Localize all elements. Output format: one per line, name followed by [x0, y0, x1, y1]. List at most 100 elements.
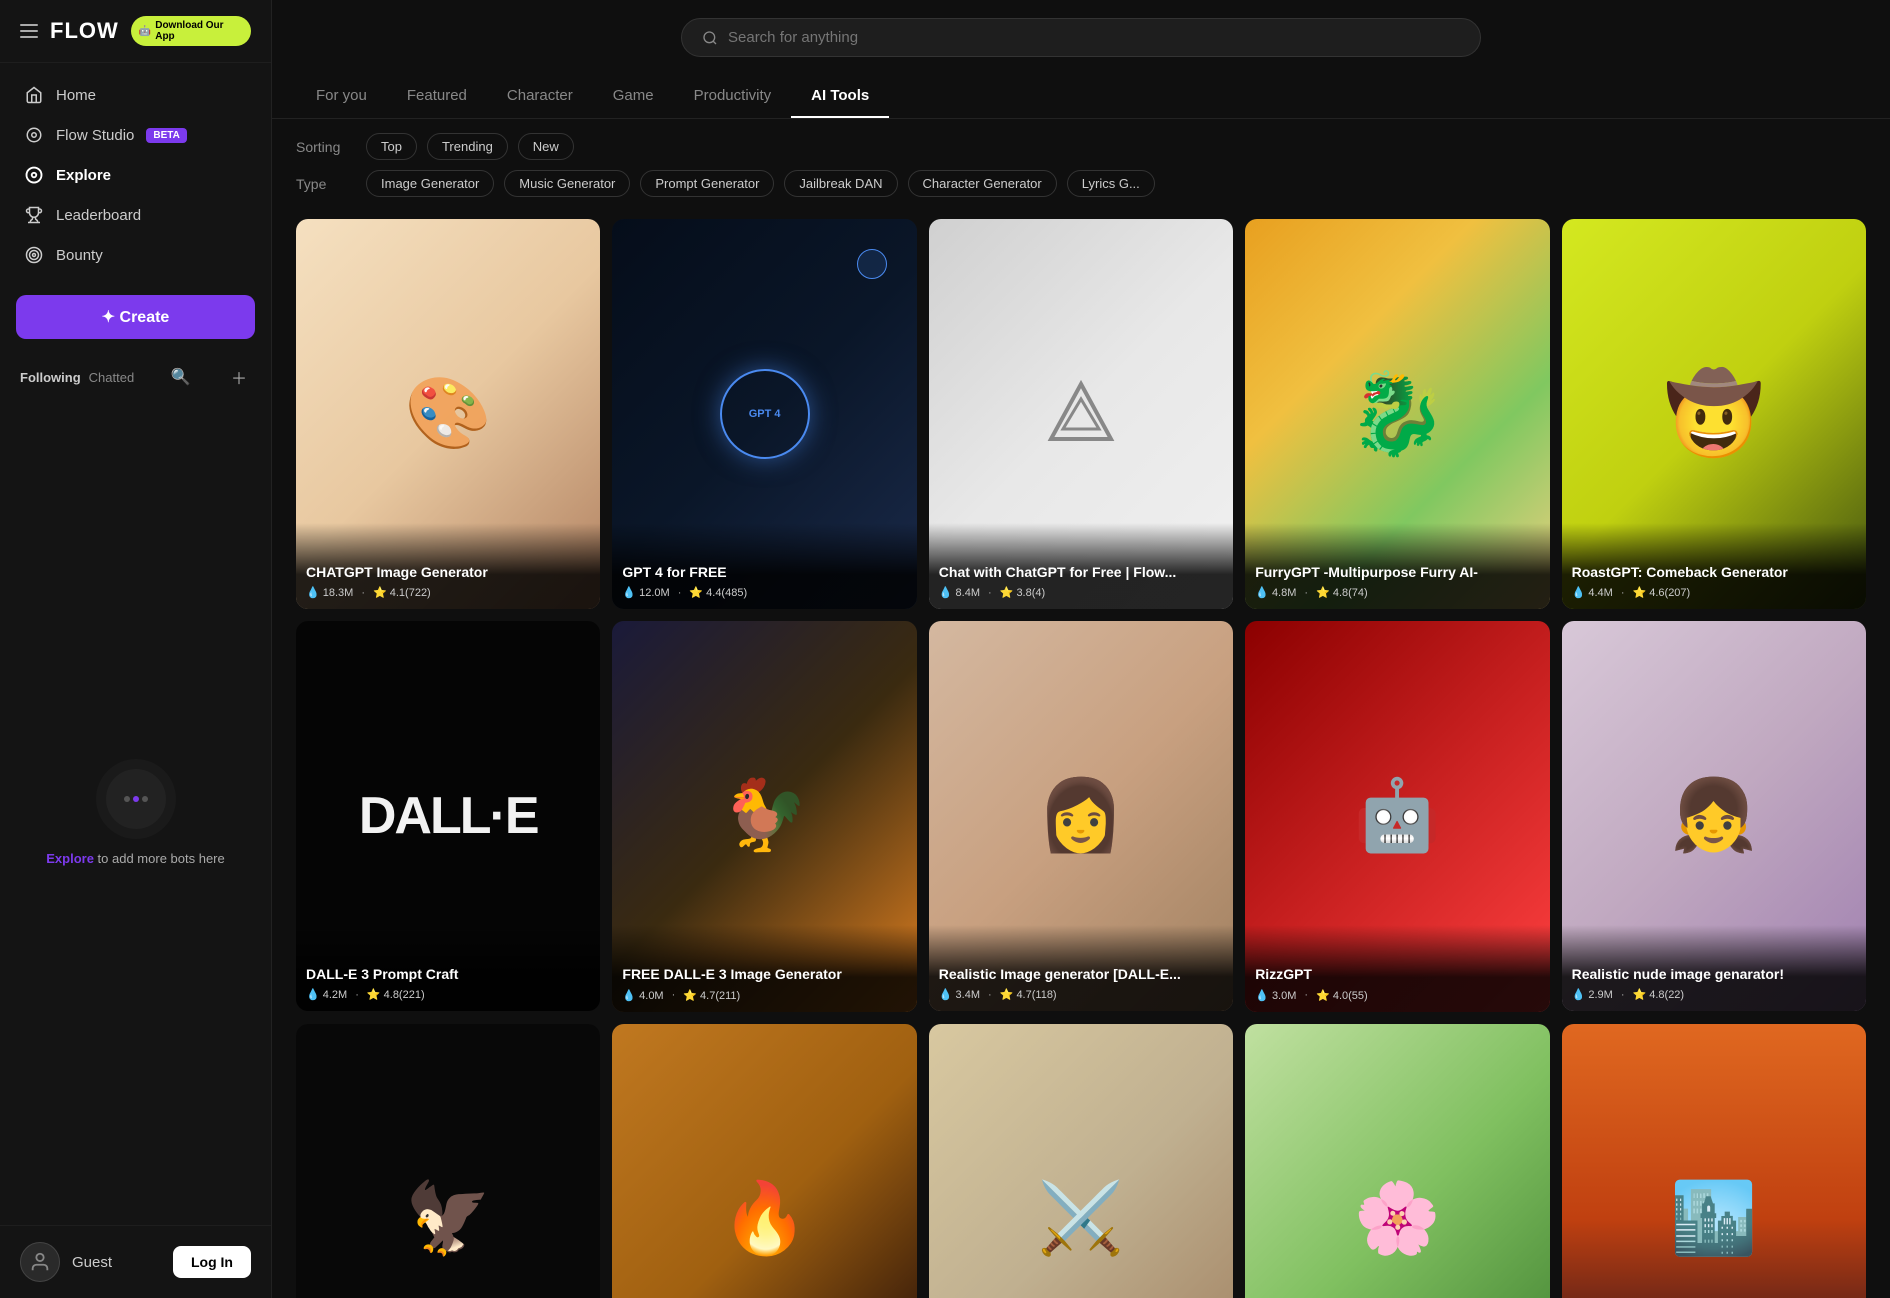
bot-card-overlay-9: RizzGPT 💧 3.0M · ⭐ 4.0(55): [1245, 925, 1549, 1011]
bot-card-title-10: Realistic nude image genarator!: [1572, 965, 1856, 983]
bot-dots: [124, 796, 148, 802]
bot-card-8[interactable]: 👩 Realistic Image generator [DALL-E... 💧…: [929, 621, 1233, 1011]
card-visual-14: 🌸: [1245, 1024, 1549, 1298]
sidebar-flow-studio-label: Flow Studio: [56, 127, 134, 144]
tab-character[interactable]: Character: [487, 75, 593, 118]
bot-card-stats-5: 💧 4.4M · ⭐ 4.6(207): [1572, 586, 1856, 599]
bot-card-12[interactable]: 🔥 Dragon Image Creator 💧 2.5M · ⭐ 4.6(65…: [612, 1024, 916, 1298]
filter-lyrics[interactable]: Lyrics G...: [1067, 170, 1155, 197]
bot-rating-10: ⭐ 4.8(22): [1632, 988, 1684, 1001]
sidebar-item-leaderboard[interactable]: Leaderboard: [12, 195, 259, 235]
tab-productivity[interactable]: Productivity: [674, 75, 792, 118]
card-visual-13: ⚔️: [929, 1024, 1233, 1298]
bot-card-2[interactable]: GPT 4 GPT 4 for FREE 💧 12.0M · ⭐ 4.4(485…: [612, 219, 916, 609]
bot-rating-1: ⭐ 4.1(722): [373, 586, 431, 599]
bots-grid-container: 🎨 CHATGPT Image Generator 💧 18.3M · ⭐ 4.…: [272, 211, 1890, 1298]
sorting-label: Sorting: [296, 139, 356, 155]
hamburger-icon[interactable]: [20, 24, 38, 38]
bot-card-overlay-8: Realistic Image generator [DALL-E... 💧 3…: [929, 925, 1233, 1011]
logo: FLOW: [50, 18, 119, 44]
sidebar-footer: Guest Log In: [0, 1225, 271, 1298]
sort-top[interactable]: Top: [366, 133, 417, 160]
bot-card-stats-6: 💧 4.2M · ⭐ 4.8(221): [306, 988, 590, 1001]
filter-prompt-gen[interactable]: Prompt Generator: [640, 170, 774, 197]
bot-rating-4: ⭐ 4.8(74): [1316, 586, 1368, 599]
main-content: For you Featured Character Game Producti…: [272, 0, 1890, 1298]
sidebar-item-flow-studio[interactable]: Flow Studio BETA: [12, 115, 259, 155]
bot-card-4[interactable]: 🐉 FurryGPT -Multipurpose Furry AI- 💧 4.8…: [1245, 219, 1549, 609]
bot-card-13[interactable]: ⚔️ Ethereal Realms 💧 2.4M · ⭐ 4.7(43): [929, 1024, 1233, 1298]
bot-card-7[interactable]: 🐓 FREE DALL-E 3 Image Generator 💧 4.0M ·…: [612, 621, 916, 1011]
type-row: Type Image Generator Music Generator Pro…: [296, 170, 1866, 197]
bot-card-overlay-10: Realistic nude image genarator! 💧 2.9M ·…: [1562, 925, 1866, 1011]
bot-card-15[interactable]: 🏙️ City at Sunset 💧 2.0M · ⭐ 4.6(29): [1562, 1024, 1866, 1298]
bot-card-3[interactable]: Chat with ChatGPT for Free | Flow... 💧 8…: [929, 219, 1233, 609]
bot-card-5[interactable]: 🤠 RoastGPT: Comeback Generator 💧 4.4M · …: [1562, 219, 1866, 609]
bot-users-1: 💧 18.3M: [306, 586, 353, 599]
bot-card-10[interactable]: 👧 Realistic nude image genarator! 💧 2.9M…: [1562, 621, 1866, 1011]
bot-card-stats-7: 💧 4.0M · ⭐ 4.7(211): [622, 989, 906, 1002]
sidebar-bounty-label: Bounty: [56, 247, 103, 264]
filter-image-gen[interactable]: Image Generator: [366, 170, 494, 197]
main-header: [272, 0, 1890, 75]
bot-rating-5: ⭐ 4.6(207): [1632, 586, 1690, 599]
create-button[interactable]: ✦ Create: [16, 295, 255, 339]
bot-rating-6: ⭐ 4.8(221): [367, 988, 425, 1001]
bots-grid: 🎨 CHATGPT Image Generator 💧 18.3M · ⭐ 4.…: [296, 219, 1866, 1298]
filter-char-gen[interactable]: Character Generator: [908, 170, 1057, 197]
bot-card-stats-9: 💧 3.0M · ⭐ 4.0(55): [1255, 989, 1539, 1002]
empty-bot-bubble: [96, 759, 176, 839]
explore-link[interactable]: Explore: [46, 851, 94, 866]
bot-card-6[interactable]: DALL·E DALL-E 3 Prompt Craft 💧 4.2M · ⭐ …: [296, 621, 600, 1011]
bot-card-1[interactable]: 🎨 CHATGPT Image Generator 💧 18.3M · ⭐ 4.…: [296, 219, 600, 609]
bot-bubble-inner: [106, 769, 166, 829]
bot-card-stats-2: 💧 12.0M · ⭐ 4.4(485): [622, 586, 906, 599]
sidebar-item-bounty[interactable]: Bounty: [12, 235, 259, 275]
tab-featured[interactable]: Featured: [387, 75, 487, 118]
bot-card-overlay-7: FREE DALL-E 3 Image Generator 💧 4.0M · ⭐…: [612, 925, 916, 1011]
bot-card-9[interactable]: 🤖 RizzGPT 💧 3.0M · ⭐ 4.0(55): [1245, 621, 1549, 1011]
tab-ai-tools[interactable]: AI Tools: [791, 75, 889, 118]
bot-card-title-1: CHATGPT Image Generator: [306, 563, 590, 581]
bot-card-overlay-4: FurryGPT -Multipurpose Furry AI- 💧 4.8M …: [1245, 523, 1549, 609]
empty-bots-area: Explore to add more bots here: [0, 399, 271, 1225]
sidebar-item-explore[interactable]: Explore: [12, 155, 259, 195]
sidebar-item-home[interactable]: Home: [12, 75, 259, 115]
bot-card-14[interactable]: 🌸 AI Garden 💧 2.2M · ⭐ 4.5(31): [1245, 1024, 1549, 1298]
bot-card-overlay-5: RoastGPT: Comeback Generator 💧 4.4M · ⭐ …: [1562, 523, 1866, 609]
card-visual-12: 🔥: [612, 1024, 916, 1298]
bot-card-stats-3: 💧 8.4M · ⭐ 3.8(4): [939, 586, 1223, 599]
filters: Sorting Top Trending New Type Image Gene…: [272, 119, 1890, 211]
bot-card-stats-10: 💧 2.9M · ⭐ 4.8(22): [1572, 988, 1856, 1001]
tab-for-you[interactable]: For you: [296, 75, 387, 118]
bot-rating-7: ⭐ 4.7(211): [683, 989, 740, 1002]
bot-users-9: 💧 3.0M: [1255, 989, 1296, 1002]
search-bar[interactable]: [681, 18, 1481, 57]
bot-card-overlay-6: DALL-E 3 Prompt Craft 💧 4.2M · ⭐ 4.8(221…: [296, 925, 600, 1011]
bot-card-11[interactable]: 🦅 Raven AI 💧 2.7M · ⭐ 4.5(88): [296, 1024, 600, 1298]
sort-trending[interactable]: Trending: [427, 133, 508, 160]
login-button[interactable]: Log In: [173, 1246, 251, 1278]
filter-music-gen[interactable]: Music Generator: [504, 170, 630, 197]
download-badge[interactable]: 🤖 Download Our App: [131, 16, 251, 46]
search-input[interactable]: [728, 29, 1460, 46]
bot-rating-9: ⭐ 4.0(55): [1316, 989, 1368, 1002]
add-following-button[interactable]: ＋: [227, 363, 251, 391]
bot-card-title-8: Realistic Image generator [DALL-E...: [939, 965, 1223, 983]
bot-card-title-3: Chat with ChatGPT for Free | Flow...: [939, 563, 1223, 581]
bot-card-title-5: RoastGPT: Comeback Generator: [1572, 563, 1856, 581]
sidebar-home-label: Home: [56, 87, 96, 104]
bot-users-2: 💧 12.0M: [622, 586, 669, 599]
sort-new[interactable]: New: [518, 133, 574, 160]
guest-label: Guest: [72, 1254, 112, 1271]
following-header: Following Chatted 🔍 ＋: [0, 355, 271, 399]
bot-card-title-6: DALL-E 3 Prompt Craft: [306, 965, 590, 983]
tab-game[interactable]: Game: [593, 75, 674, 118]
bot-card-stats-1: 💧 18.3M · ⭐ 4.1(722): [306, 586, 590, 599]
bot-card-title-4: FurryGPT -Multipurpose Furry AI-: [1255, 563, 1539, 581]
filter-jailbreak[interactable]: Jailbreak DAN: [784, 170, 897, 197]
search-following-button[interactable]: 🔍: [167, 365, 195, 389]
explore-icon: [24, 165, 44, 185]
card-visual-15: 🏙️: [1562, 1024, 1866, 1298]
bot-users-3: 💧 8.4M: [939, 586, 980, 599]
